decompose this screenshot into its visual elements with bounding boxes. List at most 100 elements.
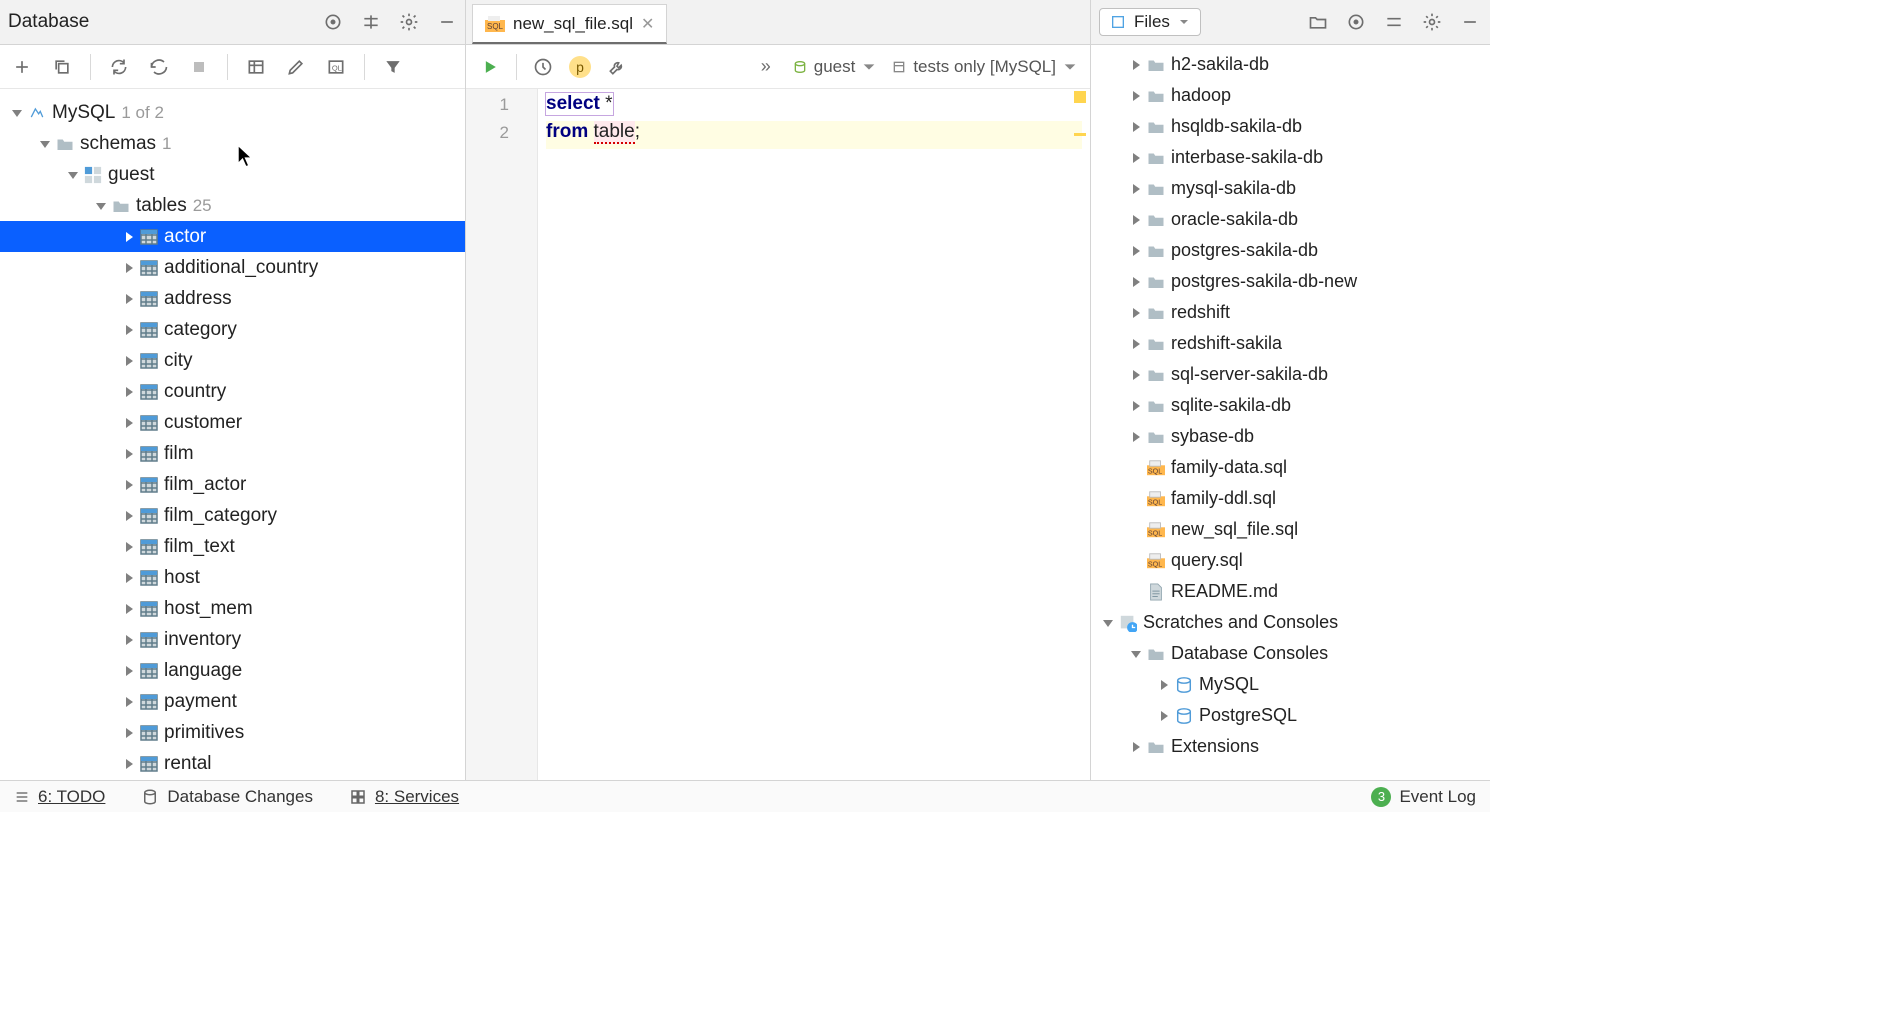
table-node-film_category[interactable]: film_category: [0, 500, 465, 531]
table-node-country[interactable]: country: [0, 376, 465, 407]
expand-arrow-icon[interactable]: [120, 758, 138, 770]
expand-arrow-icon[interactable]: [120, 479, 138, 491]
history-icon[interactable]: [531, 55, 555, 79]
warning-marker[interactable]: [1074, 91, 1086, 103]
files-tree-item[interactable]: Database Consoles: [1091, 638, 1490, 669]
table-node-host[interactable]: host: [0, 562, 465, 593]
expand-arrow-icon[interactable]: [120, 324, 138, 336]
files-tree-item[interactable]: oracle-sakila-db: [1091, 204, 1490, 235]
expand-arrow-icon[interactable]: [8, 107, 26, 119]
open-folder-icon[interactable]: [1306, 10, 1330, 34]
files-tree-item[interactable]: interbase-sakila-db: [1091, 142, 1490, 173]
table-node-additional_country[interactable]: additional_country: [0, 252, 465, 283]
collapse-icon[interactable]: [1382, 10, 1406, 34]
files-tree-item[interactable]: hadoop: [1091, 80, 1490, 111]
minimize-icon[interactable]: [1458, 10, 1482, 34]
edit-icon[interactable]: [284, 55, 308, 79]
expand-arrow-icon[interactable]: [120, 417, 138, 429]
files-tree-item[interactable]: postgres-sakila-db-new: [1091, 266, 1490, 297]
expand-arrow-icon[interactable]: [120, 603, 138, 615]
table-node-category[interactable]: category: [0, 314, 465, 345]
collapse-icon[interactable]: [359, 10, 383, 34]
stop-icon[interactable]: [187, 55, 211, 79]
expand-arrow-icon[interactable]: [120, 510, 138, 522]
status-event-log[interactable]: 3 Event Log: [1371, 787, 1476, 807]
p-button[interactable]: p: [569, 56, 591, 78]
table-node-inventory[interactable]: inventory: [0, 624, 465, 655]
files-tree-item[interactable]: redshift-sakila: [1091, 328, 1490, 359]
table-node-actor[interactable]: actor: [0, 221, 465, 252]
overflow-icon[interactable]: »: [754, 55, 778, 79]
target-icon[interactable]: [1344, 10, 1368, 34]
expand-arrow-icon[interactable]: [1127, 214, 1145, 226]
expand-arrow-icon[interactable]: [1127, 369, 1145, 381]
editor-code[interactable]: select *from table;: [538, 89, 1090, 780]
files-tree-item[interactable]: PostgreSQL: [1091, 700, 1490, 731]
expand-arrow-icon[interactable]: [1127, 245, 1145, 257]
filter-icon[interactable]: [381, 55, 405, 79]
expand-arrow-icon[interactable]: [1127, 431, 1145, 443]
run-config-selector[interactable]: tests only [MySQL]: [891, 57, 1078, 77]
expand-arrow-icon[interactable]: [1127, 90, 1145, 102]
database-tree[interactable]: MySQL1 of 2schemas1guesttables25actoradd…: [0, 89, 465, 780]
expand-arrow-icon[interactable]: [36, 138, 54, 150]
tables-node[interactable]: tables25: [0, 190, 465, 221]
table-node-customer[interactable]: customer: [0, 407, 465, 438]
files-tree-item[interactable]: h2-sakila-db: [1091, 49, 1490, 80]
files-tree-item[interactable]: MySQL: [1091, 669, 1490, 700]
expand-arrow-icon[interactable]: [1155, 679, 1173, 691]
session-selector[interactable]: guest: [792, 57, 878, 77]
table-node-rental[interactable]: rental: [0, 748, 465, 779]
expand-arrow-icon[interactable]: [1127, 183, 1145, 195]
files-tree-item[interactable]: SQLnew_sql_file.sql: [1091, 514, 1490, 545]
tab-close-icon[interactable]: ✕: [641, 14, 654, 34]
wrench-icon[interactable]: [605, 55, 629, 79]
expand-arrow-icon[interactable]: [1127, 400, 1145, 412]
table-node-payment[interactable]: payment: [0, 686, 465, 717]
expand-arrow-icon[interactable]: [64, 169, 82, 181]
code-line[interactable]: from table;: [546, 121, 1082, 149]
datasource-node[interactable]: MySQL1 of 2: [0, 97, 465, 128]
target-icon[interactable]: [321, 10, 345, 34]
schemas-node[interactable]: schemas1: [0, 128, 465, 159]
expand-arrow-icon[interactable]: [1127, 121, 1145, 133]
expand-arrow-icon[interactable]: [1127, 59, 1145, 71]
expand-arrow-icon[interactable]: [120, 231, 138, 243]
files-tree-item[interactable]: mysql-sakila-db: [1091, 173, 1490, 204]
expand-arrow-icon[interactable]: [1099, 617, 1117, 629]
expand-arrow-icon[interactable]: [120, 696, 138, 708]
files-view-selector[interactable]: Files: [1099, 8, 1201, 36]
expand-arrow-icon[interactable]: [1127, 307, 1145, 319]
files-tree-item[interactable]: SQLquery.sql: [1091, 545, 1490, 576]
status-db-changes[interactable]: Database Changes: [141, 787, 313, 807]
files-tree-item[interactable]: README.md: [1091, 576, 1490, 607]
expand-arrow-icon[interactable]: [1127, 276, 1145, 288]
expand-arrow-icon[interactable]: [120, 665, 138, 677]
expand-arrow-icon[interactable]: [1127, 741, 1145, 753]
files-tree-item[interactable]: sybase-db: [1091, 421, 1490, 452]
run-icon[interactable]: [478, 55, 502, 79]
schema-node[interactable]: guest: [0, 159, 465, 190]
expand-arrow-icon[interactable]: [92, 200, 110, 212]
minimize-icon[interactable]: [435, 10, 459, 34]
table-node-film_text[interactable]: film_text: [0, 531, 465, 562]
expand-arrow-icon[interactable]: [1127, 338, 1145, 350]
editor-tab[interactable]: SQL new_sql_file.sql ✕: [472, 4, 667, 44]
expand-arrow-icon[interactable]: [120, 541, 138, 553]
expand-arrow-icon[interactable]: [120, 727, 138, 739]
warning-marker[interactable]: [1074, 133, 1086, 136]
code-line[interactable]: select *: [546, 93, 1082, 121]
expand-arrow-icon[interactable]: [120, 448, 138, 460]
files-tree-item[interactable]: SQLfamily-data.sql: [1091, 452, 1490, 483]
table-view-icon[interactable]: [244, 55, 268, 79]
add-icon[interactable]: [10, 55, 34, 79]
sync-icon[interactable]: [147, 55, 171, 79]
table-node-film_actor[interactable]: film_actor: [0, 469, 465, 500]
files-tree-item[interactable]: sqlite-sakila-db: [1091, 390, 1490, 421]
copy-icon[interactable]: [50, 55, 74, 79]
expand-arrow-icon[interactable]: [1127, 152, 1145, 164]
expand-arrow-icon[interactable]: [120, 572, 138, 584]
files-tree-item[interactable]: postgres-sakila-db: [1091, 235, 1490, 266]
expand-arrow-icon[interactable]: [120, 355, 138, 367]
files-tree-item[interactable]: Scratches and Consoles: [1091, 607, 1490, 638]
